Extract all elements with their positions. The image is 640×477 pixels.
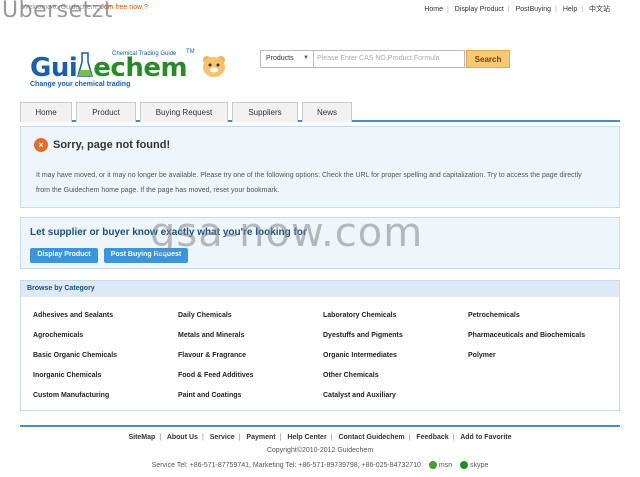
footer-link-service[interactable]: Service [210, 434, 235, 441]
category-link[interactable]: Pharmaceuticals and Biochemicals [468, 332, 585, 339]
logo-trademark: TM [186, 49, 195, 55]
flask-icon [77, 52, 94, 77]
translation-overlay: Übersetzt [2, 0, 113, 23]
footer-link-favorite[interactable]: Add to Favorite [460, 434, 511, 441]
contact-text: Service Tel: +86-571-87759741, Marketing… [151, 461, 421, 469]
logo-subtitle: Chemical Trading Guide [112, 51, 177, 57]
category-link[interactable]: Other Chemicals [323, 372, 379, 379]
footer-divider [20, 425, 620, 427]
contact-line: Service Tel: +86-571-87759741, Marketing… [0, 461, 640, 469]
search-category-select[interactable]: Products ▼ [260, 50, 314, 68]
category-link[interactable]: Inorganic Chemicals [33, 372, 101, 379]
watermark-text: gsa-now.com [150, 210, 424, 256]
error-icon: × [34, 138, 48, 152]
tab-product[interactable]: Product [76, 102, 136, 122]
category-link[interactable]: Adhesives and Sealants [33, 312, 113, 319]
search-input[interactable]: Please Enter CAS NO,Product,Formula [313, 50, 465, 68]
tab-suppliers[interactable]: Suppliers [232, 102, 298, 122]
footer-link-sitemap[interactable]: SiteMap [128, 434, 155, 441]
top-link-help[interactable]: Help [563, 6, 577, 13]
error-title: Sorry, page not found! [53, 139, 171, 151]
logo-text-a: Gui [30, 53, 78, 83]
category-link[interactable]: Dyestuffs and Pigments [323, 332, 403, 339]
msn-icon[interactable] [428, 461, 437, 469]
logo-tagline: Change your chemical trading [30, 81, 131, 88]
footer-link-help-center[interactable]: Help Center [287, 434, 326, 441]
category-heading: Browse by Category [21, 281, 619, 297]
footer-links: SiteMap | About Us | Service | Payment | Hel… [128, 434, 512, 441]
category-link[interactable]: Food & Feed Additives [178, 372, 254, 379]
chevron-down-icon: ▼ [303, 55, 309, 61]
category-link[interactable]: Custom Manufacturing [33, 392, 109, 399]
display-product-button[interactable]: Display Product [30, 248, 98, 263]
top-link-display-product[interactable]: Display Product [455, 6, 504, 13]
tab-news[interactable]: News [302, 102, 352, 122]
category-link[interactable]: Metals and Minerals [178, 332, 245, 339]
logo-text-c: e [93, 53, 111, 83]
top-links: Home | Display Product | PostBuying | Help |… [424, 6, 610, 13]
category-link[interactable]: Organic Intermediates [323, 352, 397, 359]
category-link[interactable]: Basic Organic Chemicals [33, 352, 117, 359]
category-link[interactable]: Agrochemicals [33, 332, 83, 339]
category-link[interactable]: Petrochemicals [468, 312, 520, 319]
msn-label[interactable]: msn [439, 462, 452, 469]
category-link[interactable]: Daily Chemicals [178, 312, 232, 319]
search-category-value: Products [266, 55, 294, 62]
top-link-chinese[interactable]: 中文站 [589, 6, 610, 13]
footer-link-payment[interactable]: Payment [246, 434, 275, 441]
category-link[interactable]: Polymer [468, 352, 496, 359]
logo-text-d: chem [110, 53, 188, 83]
tab-home[interactable]: Home [20, 102, 72, 122]
copyright-text: Copyright©2010-2012 Guidechem [266, 447, 374, 454]
category-link[interactable]: Laboratory Chemicals [323, 312, 397, 319]
category-panel [20, 280, 620, 411]
footer-link-about[interactable]: About Us [167, 434, 198, 441]
footer-link-feedback[interactable]: Feedback [416, 434, 448, 441]
category-link[interactable]: Catalyst and Auxiliary [323, 392, 396, 399]
footer-link-contact[interactable]: Contact Guidechem [338, 434, 404, 441]
category-link[interactable]: Paint and Coatings [178, 392, 241, 399]
search-button[interactable]: Search [466, 50, 510, 68]
main-nav: Home Product Buying Request Suppliers Ne… [20, 102, 620, 122]
tab-buying-request[interactable]: Buying Request [140, 102, 228, 122]
category-link[interactable]: Flavour & Fragrance [178, 352, 246, 359]
skype-label[interactable]: skype [470, 462, 488, 469]
top-link-home[interactable]: Home [424, 6, 443, 13]
skype-icon[interactable] [460, 461, 469, 469]
error-message: It may have moved, or it may no longer b… [36, 172, 582, 194]
mascot-icon [200, 54, 228, 80]
top-link-postbuying[interactable]: PostBuying [516, 6, 551, 13]
